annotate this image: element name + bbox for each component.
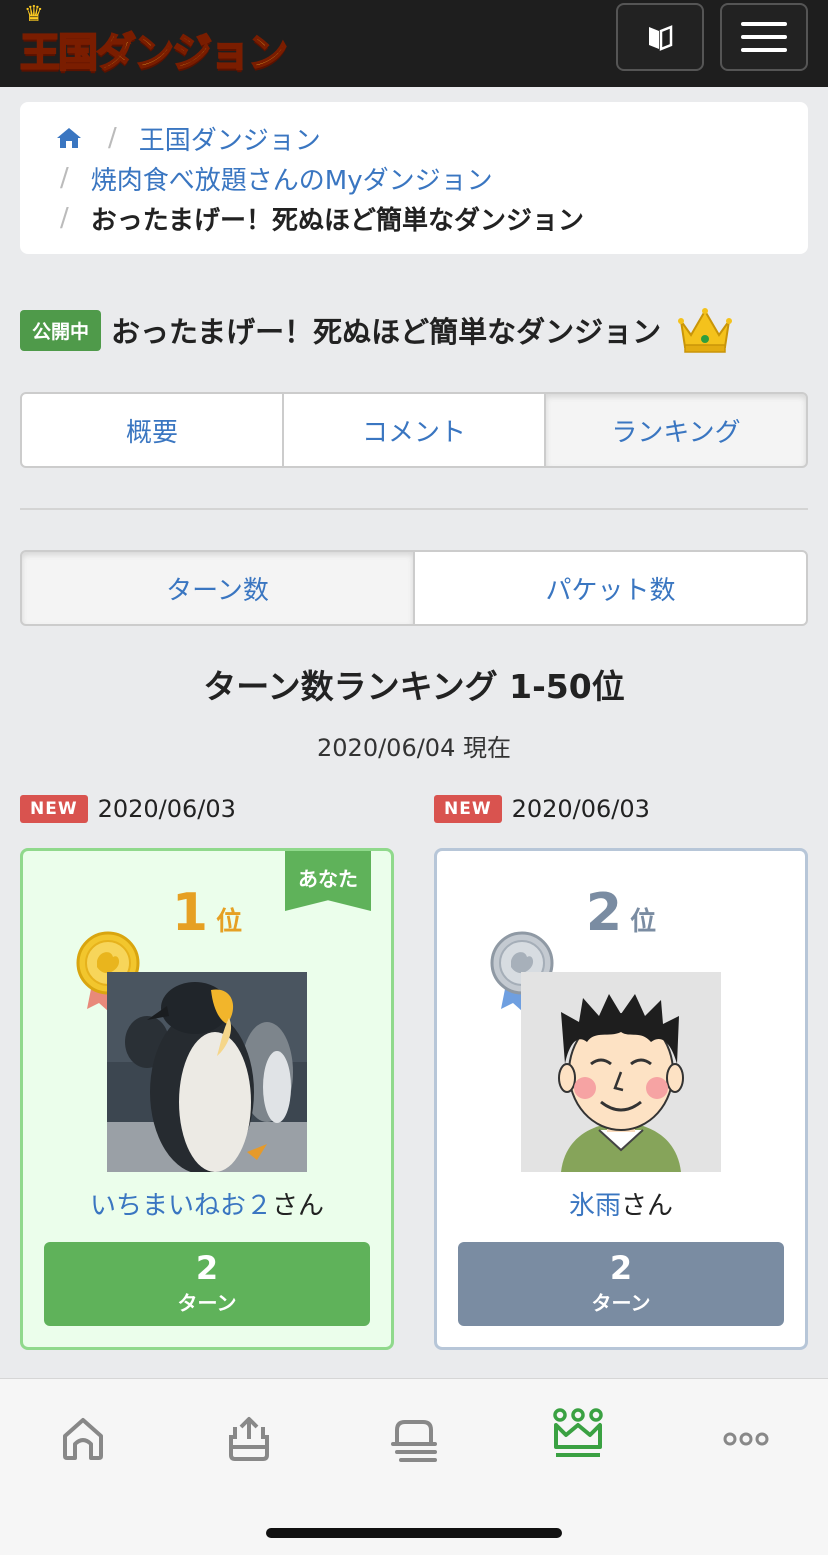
ranking-title: ターン数ランキング 1-50位	[203, 667, 625, 706]
app-header: ♛ 王国ダンジョン	[0, 0, 828, 87]
penguin-avatar-image	[107, 972, 307, 1172]
breadcrumb-link-kingdom[interactable]: 王国ダンジョン	[139, 120, 321, 157]
score-unit: ターン	[591, 1291, 651, 1315]
upload-icon	[229, 1417, 269, 1461]
score-value: 2	[195, 1249, 219, 1287]
book-icon	[649, 25, 673, 51]
home-icon	[63, 1418, 103, 1460]
new-badge: NEW	[434, 795, 502, 823]
avatar	[107, 972, 307, 1172]
logo-text: 王国ダンジョン	[19, 29, 289, 77]
breadcrumb: / 王国ダンジョン / 焼肉食べ放題さんのMyダンジョン / おったまげー！死ぬ…	[20, 102, 808, 254]
tab-ranking[interactable]: ランキング	[544, 392, 808, 468]
entry-date-row: NEW 2020/06/03	[434, 795, 650, 823]
breadcrumb-link-my-dungeon[interactable]: 焼肉食べ放題さんのMyダンジョン	[91, 160, 493, 197]
status-badge: 公開中	[20, 309, 102, 351]
score-value: 2	[609, 1249, 633, 1287]
rank-number: 1	[171, 883, 209, 943]
home-indicator	[266, 1528, 562, 1538]
avatar	[521, 972, 721, 1172]
user-name: 氷雨さん	[437, 1185, 805, 1222]
honorific: さん	[621, 1191, 674, 1221]
tab-overview[interactable]: 概要	[20, 392, 284, 468]
breadcrumb-separator: /	[60, 163, 69, 193]
new-badge: NEW	[20, 795, 88, 823]
user-link[interactable]: いちまいねお２	[90, 1191, 272, 1221]
ranking-crown-icon	[553, 1408, 603, 1457]
ranking-card[interactable]: 2位 氷雨さん 2 ターン	[434, 848, 808, 1350]
rank-suffix: 位	[216, 907, 243, 937]
dungeon-title-row: 公開中 おったまげー！死ぬほど簡単なダンジョン	[20, 300, 733, 360]
tab-packets[interactable]: パケット数	[413, 550, 808, 626]
nav-more[interactable]	[716, 1409, 776, 1469]
entry-date-row: NEW 2020/06/03	[20, 795, 236, 823]
dungeon-list-icon	[391, 1420, 437, 1462]
score-unit: ターン	[177, 1291, 237, 1315]
ranking-type-tabs: ターン数 パケット数	[20, 550, 808, 626]
honorific: さん	[272, 1191, 325, 1221]
entry-date: 2020/06/03	[97, 795, 236, 823]
hamburger-icon	[741, 22, 787, 52]
user-link[interactable]: 氷雨	[569, 1191, 621, 1221]
crown-icon	[678, 308, 733, 353]
entry-date: 2020/06/03	[511, 795, 650, 823]
nav-ranking[interactable]	[548, 1405, 608, 1465]
more-icon	[723, 1432, 769, 1446]
tab-comments[interactable]: コメント	[282, 392, 546, 468]
menu-button[interactable]	[720, 3, 808, 71]
breadcrumb-current: おったまげー！死ぬほど簡単なダンジョン	[90, 205, 584, 236]
breadcrumb-separator: /	[108, 123, 117, 153]
ranking-date: 2020/06/04 現在	[317, 734, 511, 762]
breadcrumb-separator: /	[60, 203, 69, 233]
nav-home[interactable]	[53, 1409, 113, 1469]
home-icon[interactable]	[56, 126, 82, 150]
score-box: 2 ターン	[44, 1242, 370, 1326]
site-logo[interactable]: ♛ 王国ダンジョン	[18, 2, 289, 77]
rank-number: 2	[585, 883, 623, 943]
nav-upload[interactable]	[219, 1409, 279, 1469]
user-name: いちまいねお２さん	[23, 1185, 391, 1222]
score-box: 2 ターン	[458, 1242, 784, 1326]
rank-suffix: 位	[630, 907, 657, 937]
divider	[20, 508, 808, 510]
tab-turns[interactable]: ターン数	[20, 550, 415, 626]
dungeon-tabs: 概要 コメント ランキング	[20, 392, 808, 468]
ranking-card[interactable]: あなた 1位 いちまいねお２さん 2 ターン	[20, 848, 394, 1350]
nav-dungeons[interactable]	[384, 1409, 444, 1469]
man-avatar-image	[521, 972, 721, 1172]
book-button[interactable]	[616, 3, 704, 71]
page-title: おったまげー！死ぬほど簡単なダンジョン	[111, 315, 662, 349]
